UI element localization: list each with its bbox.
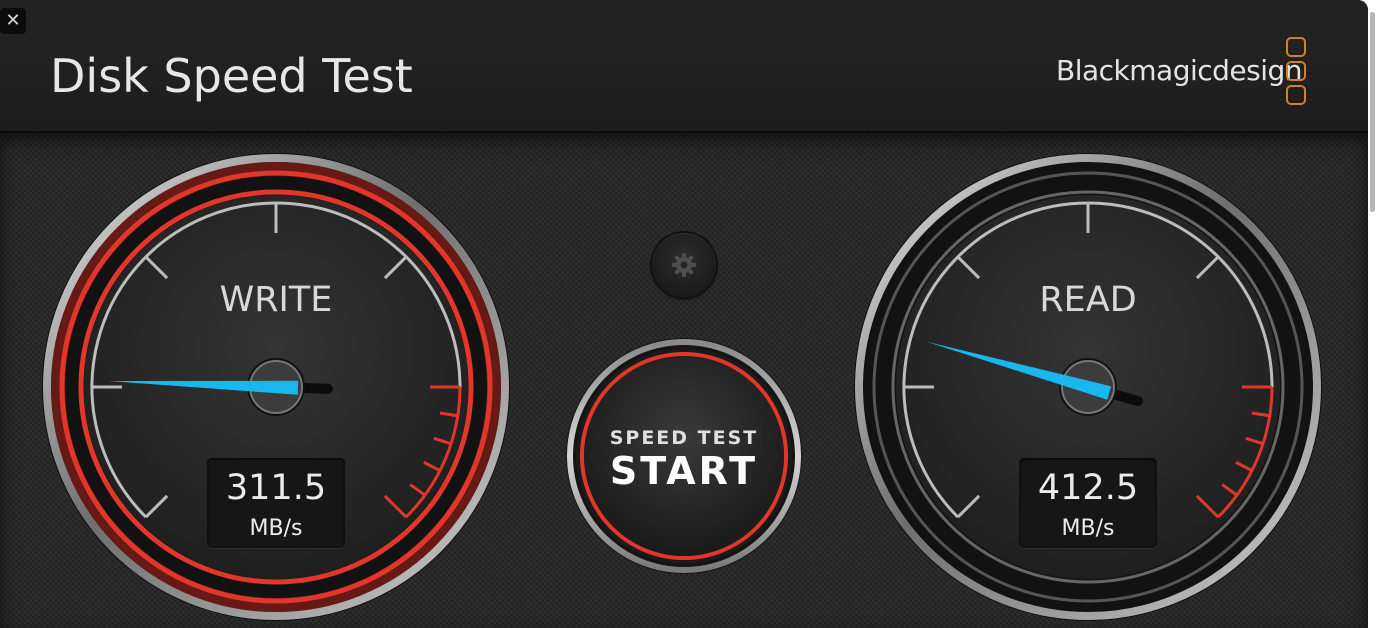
start-button-sublabel: SPEED TEST xyxy=(609,427,759,449)
app-window: ✕ Disk Speed Test Blackmagicdesign WRITE… xyxy=(0,0,1368,628)
write-speed-value: 311.5 xyxy=(225,468,327,508)
scrollbar-thumb[interactable] xyxy=(1370,12,1375,212)
brand-logo-icon xyxy=(1284,37,1308,111)
brand-name: Blackmagicdesign xyxy=(1056,54,1303,87)
read-gauge xyxy=(854,153,1322,621)
write-gauge xyxy=(42,153,510,621)
gear-icon xyxy=(672,253,696,277)
read-gauge-label: READ xyxy=(1039,280,1137,320)
read-speed-unit: MB/s xyxy=(1061,516,1115,541)
read-readout: 412.5 MB/s xyxy=(1019,458,1157,548)
read-speed-value: 412.5 xyxy=(1037,468,1139,508)
close-button[interactable]: ✕ xyxy=(0,8,26,34)
settings-button[interactable] xyxy=(652,233,716,297)
scrollbar[interactable] xyxy=(1368,0,1376,628)
speed-test-start-button[interactable]: SPEED TEST START xyxy=(564,336,804,576)
title-bar: ✕ Disk Speed Test Blackmagicdesign xyxy=(0,0,1368,133)
write-speed-unit: MB/s xyxy=(249,516,303,541)
app-title: Disk Speed Test xyxy=(50,49,413,103)
start-button-label: START xyxy=(609,449,759,493)
write-readout: 311.5 MB/s xyxy=(207,458,345,548)
write-gauge-label: WRITE xyxy=(219,280,333,320)
